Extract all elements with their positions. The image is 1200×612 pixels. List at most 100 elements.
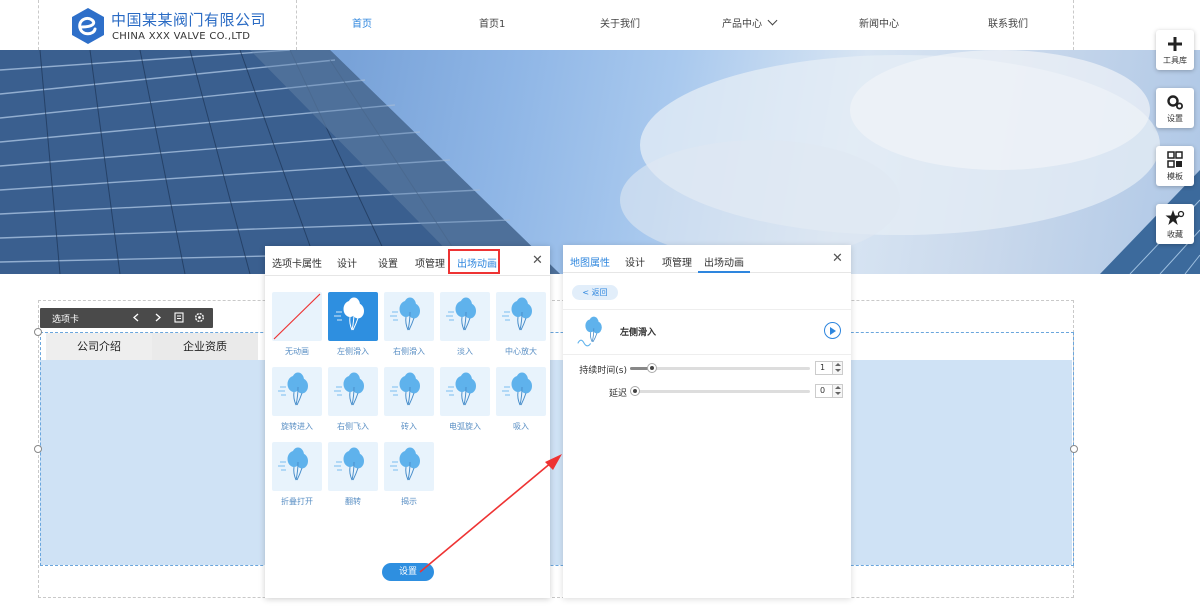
animation-option-label: 旋转进入 [281,422,313,431]
panel-tab-tab-properties[interactable]: 选项卡属性 [272,255,322,270]
animation-option-label: 吸入 [513,422,529,431]
animation-option-8[interactable] [440,367,490,416]
play-preview-icon[interactable] [824,322,841,339]
animation-option-label: 右侧飞入 [337,422,369,431]
toolbar-template-label: 模板 [1167,172,1183,181]
tab-properties-panel: 选项卡属性 设计 设置 项管理 出场动画 ✕ 无动画 左侧滑入 右侧滑入 淡入 中心放大… [265,246,550,598]
module-tab-qualification[interactable]: 企业资质 [152,333,258,360]
duration-label: 持续时间(s) [579,366,627,376]
resize-handle-left[interactable] [34,445,42,453]
animation-option-3[interactable] [440,292,490,341]
balloon-icon [446,372,476,406]
toolbar-template-button[interactable]: 模板 [1156,146,1194,186]
animation-option-label: 揭示 [401,497,417,506]
balloon-icon [334,447,364,481]
animation-option-1[interactable] [328,292,378,341]
delay-stepper[interactable]: 0 [815,384,843,398]
duration-stepper[interactable]: 1 [815,361,843,375]
animation-option-6[interactable] [328,367,378,416]
duration-slider[interactable] [630,363,810,373]
balloon-icon [577,316,602,347]
panel2-tab-items[interactable]: 项管理 [662,254,692,269]
divider [563,354,851,355]
animation-option-2[interactable] [384,292,434,341]
eye-icon[interactable] [234,311,247,324]
animation-option-0[interactable] [272,292,322,341]
balloon-icon [446,297,476,331]
stepper-arrows-icon[interactable] [832,385,842,397]
animation-option-label: 右侧滑入 [393,347,425,356]
map-properties-panel: 地图属性 设计 项管理 出场动画 ✕ < 返回 左侧滑入 持续时间(s) 1 延… [563,245,851,598]
panel2-tab-design[interactable]: 设计 [625,254,645,269]
chevron-right-icon[interactable] [151,311,164,324]
animation-option-4[interactable] [496,292,546,341]
stepper-arrows-icon[interactable] [832,362,842,374]
duration-value: 1 [820,363,826,372]
module-mini-toolbar: 选项卡 [40,308,247,328]
animation-option-label: 折叠打开 [281,497,313,506]
panel2-tab-entrance-animation[interactable]: 出场动画 [704,254,744,269]
toolbar-library-button[interactable]: 工具库 [1156,30,1194,70]
delay-slider[interactable] [630,386,810,396]
star-outline-icon[interactable] [214,311,227,324]
balloon-icon [502,297,532,331]
animation-option-5[interactable] [272,367,322,416]
no-animation-icon [273,293,321,340]
banner-image [0,50,1200,274]
current-animation-name: 左侧滑入 [620,328,657,338]
animation-option-7[interactable] [384,367,434,416]
panel2-tab-bar: 地图属性 设计 项管理 出场动画 ✕ [563,245,851,273]
panel-tab-items[interactable]: 项管理 [415,255,445,270]
building-illustration [0,50,1200,274]
animation-option-9[interactable] [496,367,546,416]
toolbar-settings-button[interactable]: 设置 [1156,88,1194,128]
toolbar-library-label: 工具库 [1163,56,1187,65]
chevron-left-icon[interactable] [130,311,143,324]
nav-item-home1[interactable]: 首页1 [479,15,505,30]
animation-option-label: 淡入 [457,347,473,356]
panel-tab-design[interactable]: 设计 [337,255,357,270]
animation-option-label: 砖入 [401,422,417,431]
star-icon [1165,210,1185,225]
active-tab-underline [698,271,750,273]
resize-handle-right[interactable] [1070,445,1078,453]
nav-item-home[interactable]: 首页 [352,15,372,30]
delay-slider-knob[interactable] [630,386,640,396]
close-icon[interactable]: ✕ [532,253,543,268]
gear-icon[interactable] [193,311,206,324]
nav-item-about[interactable]: 关于我们 [600,15,640,30]
delay-label: 延迟 [608,389,627,399]
balloon-icon [278,447,308,481]
edit-icon[interactable] [173,311,186,324]
plus-icon [1168,37,1182,51]
module-tab-company-intro[interactable]: 公司介绍 [46,333,152,360]
balloon-icon [502,372,532,406]
nav-item-contact[interactable]: 联系我们 [988,15,1028,30]
back-button[interactable]: < 返回 [572,285,618,300]
panel-tab-settings[interactable]: 设置 [378,255,398,270]
duration-slider-knob[interactable] [646,363,657,373]
resize-handle-top-left[interactable] [34,328,42,336]
animation-option-11[interactable] [328,442,378,491]
panel-tab-bar: 选项卡属性 设计 设置 项管理 出场动画 ✕ [265,246,550,276]
animation-option-12[interactable] [384,442,434,491]
delay-value: 0 [820,386,826,395]
highlight-box [448,249,500,274]
company-name-en: CHINA XXX VALVE CO.,LTD [112,31,251,42]
balloon-icon [334,297,364,331]
balloon-icon [390,372,420,406]
header-divider [296,0,297,50]
apply-settings-button[interactable]: 设置 [382,563,434,581]
nav-item-news[interactable]: 新闻中心 [859,15,899,30]
balloon-icon [334,372,364,406]
toolbar-favorites-button[interactable]: 收藏 [1156,204,1194,244]
selected-module-outline [40,332,1074,566]
animation-option-label: 电弧旋入 [449,422,481,431]
animation-option-label: 中心放大 [505,347,537,356]
panel2-tab-map-properties[interactable]: 地图属性 [570,254,610,269]
animation-option-10[interactable] [272,442,322,491]
close-icon[interactable]: ✕ [832,251,843,266]
nav-item-products[interactable]: 产品中心 [722,15,778,30]
balloon-icon [278,372,308,406]
site-header: 中国某某阀门有限公司 CHINA XXX VALVE CO.,LTD 首页 首页… [0,0,1200,50]
